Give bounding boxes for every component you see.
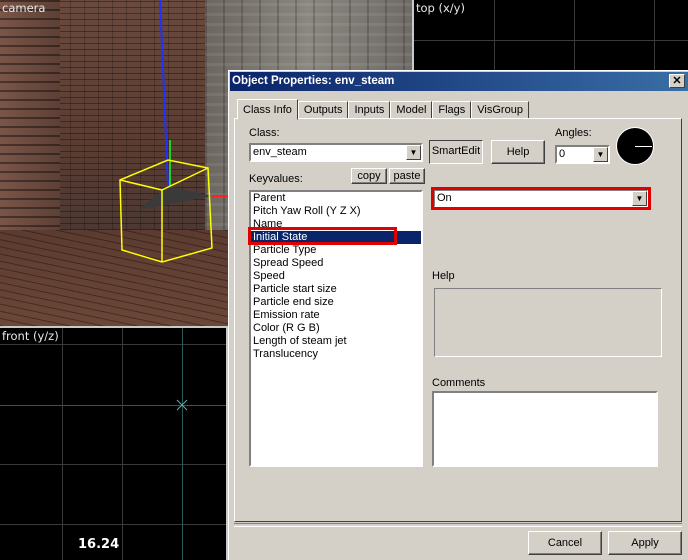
apply-button[interactable]: Apply — [608, 531, 682, 555]
smartedit-toggle[interactable]: SmartEdit — [429, 140, 483, 164]
keyvalues-label: Keyvalues: — [249, 173, 303, 185]
class-combo-value: env_steam — [253, 146, 307, 158]
selected-key-highlight — [248, 227, 397, 245]
chevron-down-icon[interactable]: ▼ — [632, 191, 647, 206]
value-combo-text: On — [437, 192, 452, 204]
help-button[interactable]: Help — [491, 140, 545, 164]
angles-label: Angles: — [555, 127, 592, 139]
comments-label: Comments — [432, 377, 486, 389]
paste-button[interactable]: paste — [389, 168, 425, 184]
object-properties-dialog: Object Properties: env_steam ✕ Class Inf… — [228, 70, 688, 560]
keyvalue-translucency[interactable]: Translucency — [251, 348, 421, 361]
comments-textarea[interactable] — [432, 391, 658, 467]
tab-inputs[interactable]: Inputs — [348, 101, 391, 119]
chevron-down-icon[interactable]: ▼ — [593, 147, 608, 162]
front-viewport-label: front (y/z) — [2, 329, 59, 343]
steam-entity-cone — [138, 186, 212, 210]
cancel-button[interactable]: Cancel — [528, 531, 602, 555]
top-viewport-label: top (x/y) — [416, 1, 465, 15]
keyvalue-particle-start-size[interactable]: Particle start size — [251, 283, 421, 296]
tab-visgroup[interactable]: VisGroup — [471, 101, 529, 119]
value-combo[interactable]: On ▼ — [434, 190, 648, 207]
keyvalue-pitch-yaw-roll[interactable]: Pitch Yaw Roll (Y Z X) — [251, 205, 421, 218]
close-icon[interactable]: ✕ — [669, 74, 685, 88]
tab-flags[interactable]: Flags — [432, 101, 472, 119]
class-label: Class: — [249, 127, 280, 139]
chevron-down-icon[interactable]: ▼ — [406, 145, 421, 160]
keyvalue-color[interactable]: Color (R G B) — [251, 322, 421, 335]
class-info-panel: Class: env_steam ▼ SmartEdit Help Angles… — [234, 118, 682, 522]
help-section-label: Help — [432, 270, 455, 282]
angles-combo[interactable]: 0 ▼ — [555, 145, 610, 164]
z-axis-line — [159, 0, 169, 187]
entity-bounding-box — [119, 159, 213, 263]
copy-button[interactable]: copy — [351, 168, 387, 184]
keyvalue-emission-rate[interactable]: Emission rate — [251, 309, 421, 322]
entity-marker-icon — [176, 399, 188, 411]
tab-class-info[interactable]: Class Info — [237, 99, 298, 120]
camera-viewport-label: camera — [2, 1, 46, 15]
zoom-readout: 16.24 — [78, 537, 120, 552]
tab-model[interactable]: Model — [390, 101, 433, 119]
front-viewport[interactable]: front (y/z) — [0, 328, 228, 560]
footer-divider — [234, 523, 682, 527]
top-viewport[interactable]: top (x/y) — [414, 0, 688, 70]
keyvalue-particle-end-size[interactable]: Particle end size — [251, 296, 421, 309]
keyvalue-parent[interactable]: Parent — [251, 192, 421, 205]
tab-bar: Class Info Outputs Inputs Model Flags Vi… — [237, 99, 529, 120]
keyvalue-steam-jet-length[interactable]: Length of steam jet — [251, 335, 421, 348]
dialog-title: Object Properties: env_steam — [232, 75, 395, 87]
keyvalue-particle-type[interactable]: Particle Type — [251, 244, 421, 257]
help-text-box — [434, 288, 662, 357]
dialog-titlebar[interactable]: Object Properties: env_steam ✕ — [230, 72, 688, 91]
class-combo[interactable]: env_steam ▼ — [249, 143, 423, 162]
tab-outputs[interactable]: Outputs — [297, 101, 349, 119]
keyvalue-speed[interactable]: Speed — [251, 270, 421, 283]
angles-combo-value: 0 — [559, 148, 566, 160]
keyvalue-spread-speed[interactable]: Spread Speed — [251, 257, 421, 270]
angle-dial-icon[interactable] — [616, 127, 654, 165]
